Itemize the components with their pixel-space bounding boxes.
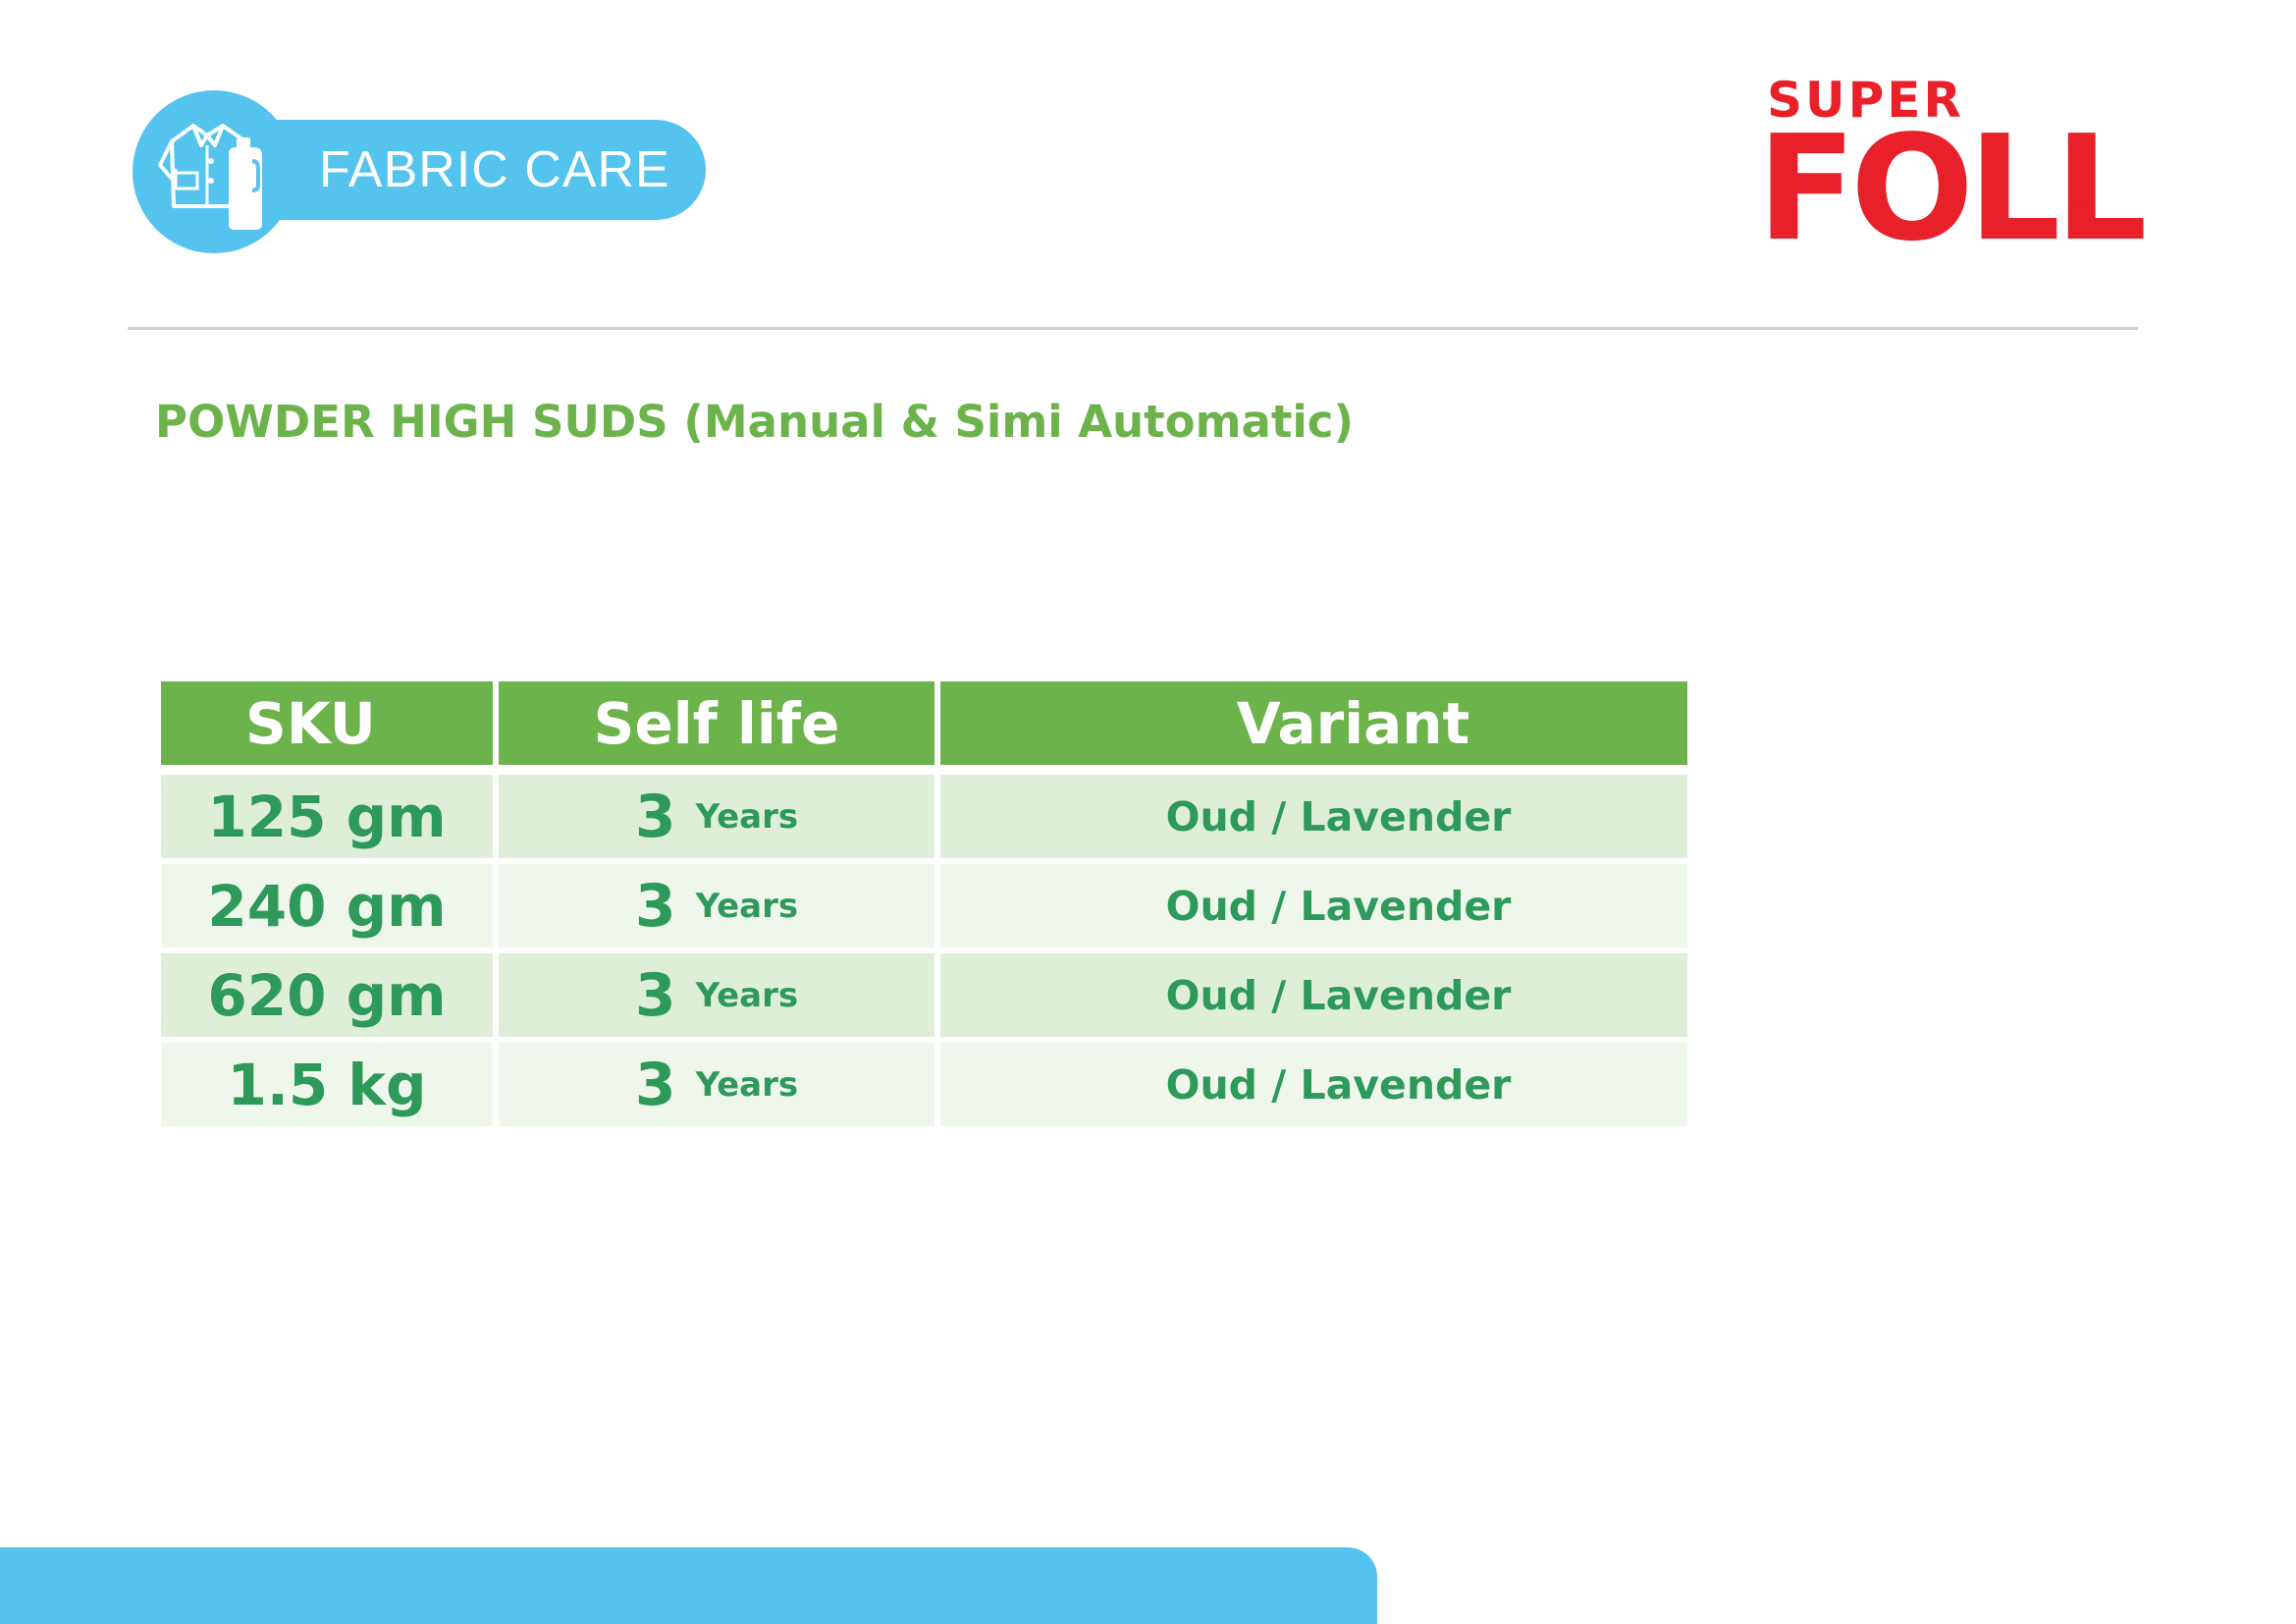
- variant-cell: Oud / Lavender: [940, 864, 1687, 947]
- table-row: 240 gm 3 Years Oud / Lavender: [161, 864, 1687, 947]
- shirt-and-detergent-bottle-icon: [158, 124, 262, 230]
- table-row: 620 gm 3 Years Oud / Lavender: [161, 953, 1687, 1037]
- product-table: SKU Self life Variant 125 gm 3 Years Oud…: [161, 681, 1687, 1132]
- self-life-value: 3: [634, 960, 676, 1030]
- table-row: 1.5 kg 3 Years Oud / Lavender: [161, 1043, 1687, 1126]
- sku-value: 125 gm: [207, 783, 447, 850]
- self-life-value: 3: [634, 1050, 676, 1119]
- header-sku: SKU: [161, 681, 493, 765]
- sku-cell: 240 gm: [161, 864, 493, 947]
- self-life-unit: Years: [695, 796, 799, 837]
- sku-value: 240 gm: [207, 872, 447, 940]
- variant-value: Oud / Lavender: [1165, 792, 1512, 840]
- section-title: POWDER HIGH SUDS (Manual & Simi Automati…: [155, 396, 1355, 448]
- self-life-cell: 3 Years: [499, 775, 934, 858]
- variant-value: Oud / Lavender: [1165, 1060, 1512, 1109]
- variant-value: Oud / Lavender: [1165, 971, 1512, 1019]
- registered-mark: ®: [2069, 196, 2089, 220]
- sku-value: 620 gm: [207, 961, 447, 1029]
- variant-cell: Oud / Lavender: [940, 953, 1687, 1037]
- header-divider: [128, 327, 2138, 330]
- self-life-unit: Years: [695, 975, 799, 1015]
- table-row: 125 gm 3 Years Oud / Lavender: [161, 775, 1687, 858]
- variant-cell: Oud / Lavender: [940, 775, 1687, 858]
- category-label: FABRIC CARE: [319, 141, 670, 198]
- self-life-value: 3: [634, 871, 676, 941]
- self-life-value: 3: [634, 782, 676, 851]
- header-self-life: Self life: [499, 681, 934, 765]
- category-icon-circle: [133, 90, 295, 253]
- variant-cell: Oud / Lavender: [940, 1043, 1687, 1126]
- self-life-unit: Years: [695, 886, 799, 926]
- footer-bar: [0, 1547, 1377, 1624]
- self-life-cell: 3 Years: [499, 864, 934, 947]
- sku-cell: 125 gm: [161, 775, 493, 858]
- self-life-cell: 3 Years: [499, 953, 934, 1037]
- sku-cell: 620 gm: [161, 953, 493, 1037]
- variant-value: Oud / Lavender: [1165, 882, 1512, 930]
- table-header-row: SKU Self life Variant: [161, 681, 1687, 765]
- brand-logo-name: FOLL: [1757, 104, 2148, 273]
- self-life-unit: Years: [695, 1064, 799, 1105]
- brand-logo: SUPER FOLL ®: [1757, 71, 2148, 267]
- sku-cell: 1.5 kg: [161, 1043, 493, 1126]
- header-variant: Variant: [940, 681, 1687, 765]
- self-life-cell: 3 Years: [499, 1043, 934, 1126]
- sku-value: 1.5 kg: [227, 1051, 427, 1118]
